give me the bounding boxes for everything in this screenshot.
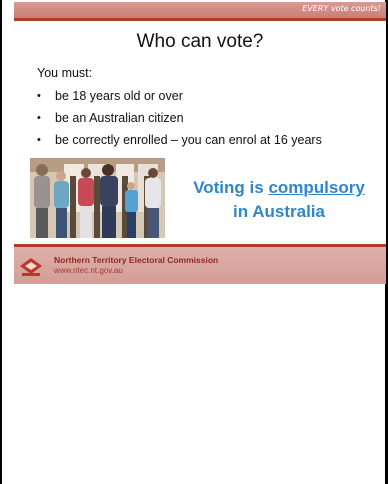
bullet-dot-icon: • [37, 90, 41, 102]
compulsory-voting-slogan: Voting is compulsory in Australia [174, 176, 384, 224]
header-divider [14, 18, 386, 21]
list-item-text: be correctly enrolled – you can enrol at… [55, 133, 322, 147]
list-item: • be 18 years old or over [32, 85, 322, 107]
bullet-dot-icon: • [37, 112, 41, 124]
slide: EVERY vote counts! Who can vote? You mus… [14, 2, 386, 284]
intro-text: You must: [37, 66, 93, 80]
slide-title: Who can vote? [136, 31, 264, 52]
tagline: EVERY vote counts! [302, 4, 381, 13]
list-item-text: be an Australian citizen [55, 111, 184, 125]
organisation-name: Northern Territory Electoral Commission [54, 255, 219, 265]
slogan-part1: Voting is [193, 178, 269, 197]
footer-band: Northern Territory Electoral Commission … [14, 247, 386, 284]
requirements-list: • be 18 years old or over • be an Austra… [32, 85, 322, 151]
website-link[interactable]: www.ntec.nt.gov.au [54, 266, 123, 275]
list-item: • be correctly enrolled – you can enrol … [32, 129, 322, 151]
left-edge-border [0, 0, 2, 484]
ntec-logo-icon [20, 258, 42, 276]
list-item: • be an Australian citizen [32, 107, 322, 129]
slogan-underlined: compulsory [268, 178, 365, 197]
bullet-dot-icon: • [37, 134, 41, 146]
voters-at-booths-photo [30, 158, 165, 238]
header-band: EVERY vote counts! [14, 2, 386, 18]
list-item-text: be 18 years old or over [55, 89, 183, 103]
slogan-line2: in Australia [233, 202, 325, 221]
